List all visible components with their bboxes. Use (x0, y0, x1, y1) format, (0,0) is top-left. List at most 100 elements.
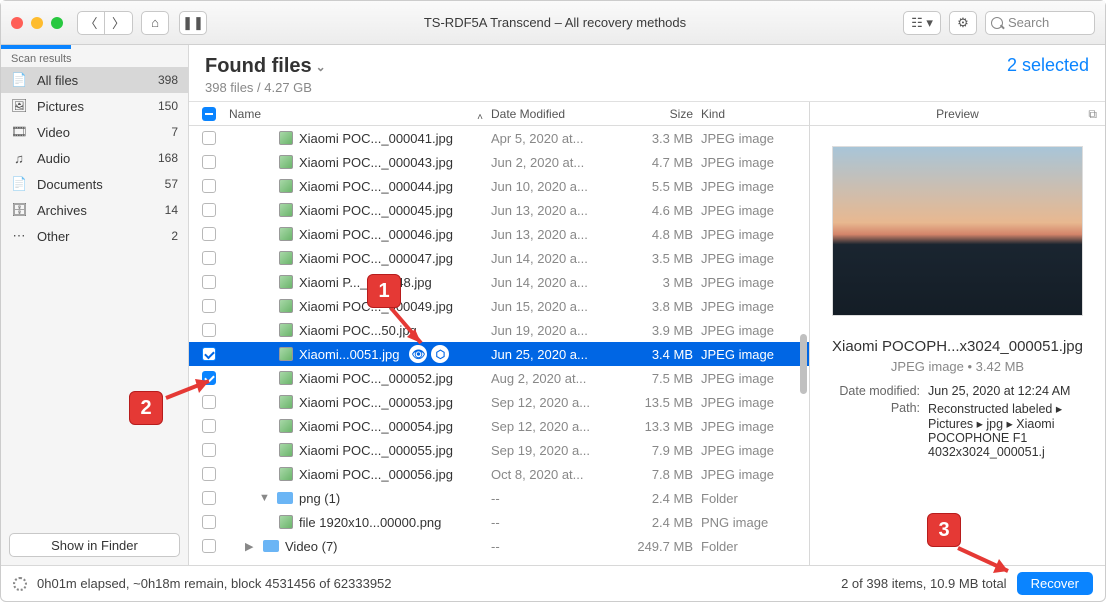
row-checkbox[interactable] (202, 275, 216, 289)
file-row[interactable]: Xiaomi POC..._000052.jpg Aug 2, 2020 at.… (189, 366, 809, 390)
row-checkbox[interactable] (202, 227, 216, 241)
filename: Xiaomi POC..._000047.jpg (299, 251, 453, 266)
file-row[interactable]: file 1920x10...00000.png -- 2.4 MB PNG i… (189, 510, 809, 534)
row-checkbox[interactable] (202, 347, 216, 361)
column-kind[interactable]: Kind (701, 107, 809, 121)
preview-image (832, 146, 1083, 316)
file-row[interactable]: Xiaomi P..._000048.jpg Jun 14, 2020 a...… (189, 270, 809, 294)
file-date: Sep 19, 2020 a... (491, 443, 621, 458)
row-checkbox[interactable] (202, 155, 216, 169)
preview-meta: JPEG image • 3.42 MB (810, 359, 1105, 384)
file-kind: JPEG image (701, 323, 809, 338)
minimize-window-icon[interactable] (31, 17, 43, 29)
file-row[interactable]: Xiaomi POC..._000053.jpg Sep 12, 2020 a.… (189, 390, 809, 414)
folder-icon (263, 540, 279, 552)
annotation-marker-3: 3 (927, 513, 961, 547)
preview-filename: Xiaomi POCOPH...x3024_000051.jpg (810, 326, 1105, 359)
recover-button[interactable]: Recover (1017, 572, 1093, 595)
file-date: Jun 25, 2020 a... (491, 347, 621, 362)
filename: Xiaomi POC..._000045.jpg (299, 203, 453, 218)
window-controls (11, 17, 63, 29)
sidebar-item-video[interactable]: 🎞Video7 (1, 119, 188, 145)
footer: 0h01m elapsed, ~0h18m remain, block 4531… (1, 565, 1105, 601)
file-size: 3.9 MB (621, 323, 701, 338)
column-headers: Name˄ Date Modified Size Kind (189, 102, 809, 126)
file-row[interactable]: Xiaomi POC..._000049.jpg Jun 15, 2020 a.… (189, 294, 809, 318)
annotation-marker-2: 2 (129, 391, 163, 425)
view-mode-button[interactable]: ☷ ▾ (903, 11, 941, 35)
disclosure-icon[interactable]: ▶ (245, 540, 257, 553)
close-window-icon[interactable] (11, 17, 23, 29)
file-date: Jun 14, 2020 a... (491, 275, 621, 290)
row-checkbox[interactable] (202, 515, 216, 529)
category-icon: 📄 (11, 176, 27, 192)
file-row[interactable]: Xiaomi...0051.jpg👁⬡ Jun 25, 2020 a... 3.… (189, 342, 809, 366)
file-row[interactable]: Xiaomi POC..._000047.jpg Jun 14, 2020 a.… (189, 246, 809, 270)
file-size: 7.9 MB (621, 443, 701, 458)
nav-back-button[interactable]: 〈 (77, 11, 105, 35)
sidebar-item-archives[interactable]: 🗄Archives14 (1, 197, 188, 223)
filename: Xiaomi POC..._000054.jpg (299, 419, 453, 434)
found-files-subtitle: 398 files / 4.27 GB (205, 80, 326, 95)
select-all-checkbox[interactable] (202, 107, 216, 121)
file-row[interactable]: Xiaomi POC..._000041.jpg Apr 5, 2020 at.… (189, 126, 809, 150)
row-checkbox[interactable] (202, 131, 216, 145)
disclosure-icon[interactable]: ▼ (259, 492, 271, 504)
file-date: Sep 12, 2020 a... (491, 419, 621, 434)
row-checkbox[interactable] (202, 323, 216, 337)
file-row[interactable]: Xiaomi POC..._000054.jpg Sep 12, 2020 a.… (189, 414, 809, 438)
file-date: Jun 19, 2020 a... (491, 323, 621, 338)
file-size: 3 MB (621, 275, 701, 290)
sidebar-item-all-files[interactable]: 📄All files398 (1, 67, 188, 93)
row-checkbox[interactable] (202, 491, 216, 505)
sidebar-item-audio[interactable]: ♫ Audio 168 (1, 145, 188, 171)
folder-row[interactable]: ▼png (1) -- 2.4 MB Folder (189, 486, 809, 510)
settings-button[interactable]: ⚙ (949, 11, 977, 35)
nav-forward-button[interactable]: 〉 (105, 11, 133, 35)
search-input[interactable]: Search (985, 11, 1095, 35)
maximize-window-icon[interactable] (51, 17, 63, 29)
file-date: Jun 13, 2020 a... (491, 227, 621, 242)
annotation-marker-1: 1 (367, 274, 401, 308)
row-checkbox[interactable] (202, 203, 216, 217)
pause-button[interactable]: ❚❚ (179, 11, 207, 35)
file-row[interactable]: Xiaomi POC..._000055.jpg Sep 19, 2020 a.… (189, 438, 809, 462)
file-type-icon (279, 419, 293, 433)
detail-value: Jun 25, 2020 at 12:24 AM (928, 384, 1087, 398)
row-checkbox[interactable] (202, 467, 216, 481)
file-kind: Folder (701, 491, 809, 506)
scrollbar-thumb[interactable] (800, 334, 807, 394)
row-checkbox[interactable] (202, 539, 216, 553)
row-checkbox[interactable] (202, 299, 216, 313)
found-files-heading[interactable]: Found files⌄ (205, 55, 326, 78)
file-type-icon (279, 155, 293, 169)
column-date[interactable]: Date Modified (491, 107, 621, 121)
file-row[interactable]: Xiaomi POC..._000045.jpg Jun 13, 2020 a.… (189, 198, 809, 222)
sidebar-item-other[interactable]: ⋯Other2 (1, 223, 188, 249)
folder-row[interactable]: ▶Video (7) -- 249.7 MB Folder (189, 534, 809, 558)
sidebar-item-label: Audio (37, 151, 148, 166)
file-row[interactable]: Xiaomi POC..._000056.jpg Oct 8, 2020 at.… (189, 462, 809, 486)
row-checkbox[interactable] (202, 179, 216, 193)
file-list[interactable]: Xiaomi POC..._000041.jpg Apr 5, 2020 at.… (189, 126, 809, 565)
file-row[interactable]: Xiaomi POC...50.jpg Jun 19, 2020 a... 3.… (189, 318, 809, 342)
column-name[interactable]: Name˄ (223, 107, 491, 121)
file-row[interactable]: Xiaomi POC..._000043.jpg Jun 2, 2020 at.… (189, 150, 809, 174)
home-button[interactable]: ⌂ (141, 11, 169, 35)
sidebar-item-documents[interactable]: 📄Documents57 (1, 171, 188, 197)
row-checkbox[interactable] (202, 251, 216, 265)
row-checkbox[interactable] (202, 419, 216, 433)
category-icon: ♫ (11, 151, 27, 166)
sidebar-item-count: 168 (158, 151, 178, 165)
row-checkbox[interactable] (202, 443, 216, 457)
popout-icon[interactable]: ⧉ (1088, 107, 1097, 122)
show-in-finder-button[interactable]: Show in Finder (9, 533, 180, 557)
sidebar-item-pictures[interactable]: 🖼Pictures150 (1, 93, 188, 119)
file-date: Sep 12, 2020 a... (491, 395, 621, 410)
column-size[interactable]: Size (621, 107, 701, 121)
file-row[interactable]: Xiaomi POC..._000046.jpg Jun 13, 2020 a.… (189, 222, 809, 246)
file-size: 3.5 MB (621, 251, 701, 266)
hex-view-icon[interactable]: ⬡ (431, 345, 449, 363)
file-type-icon (279, 227, 293, 241)
file-row[interactable]: Xiaomi POC..._000044.jpg Jun 10, 2020 a.… (189, 174, 809, 198)
